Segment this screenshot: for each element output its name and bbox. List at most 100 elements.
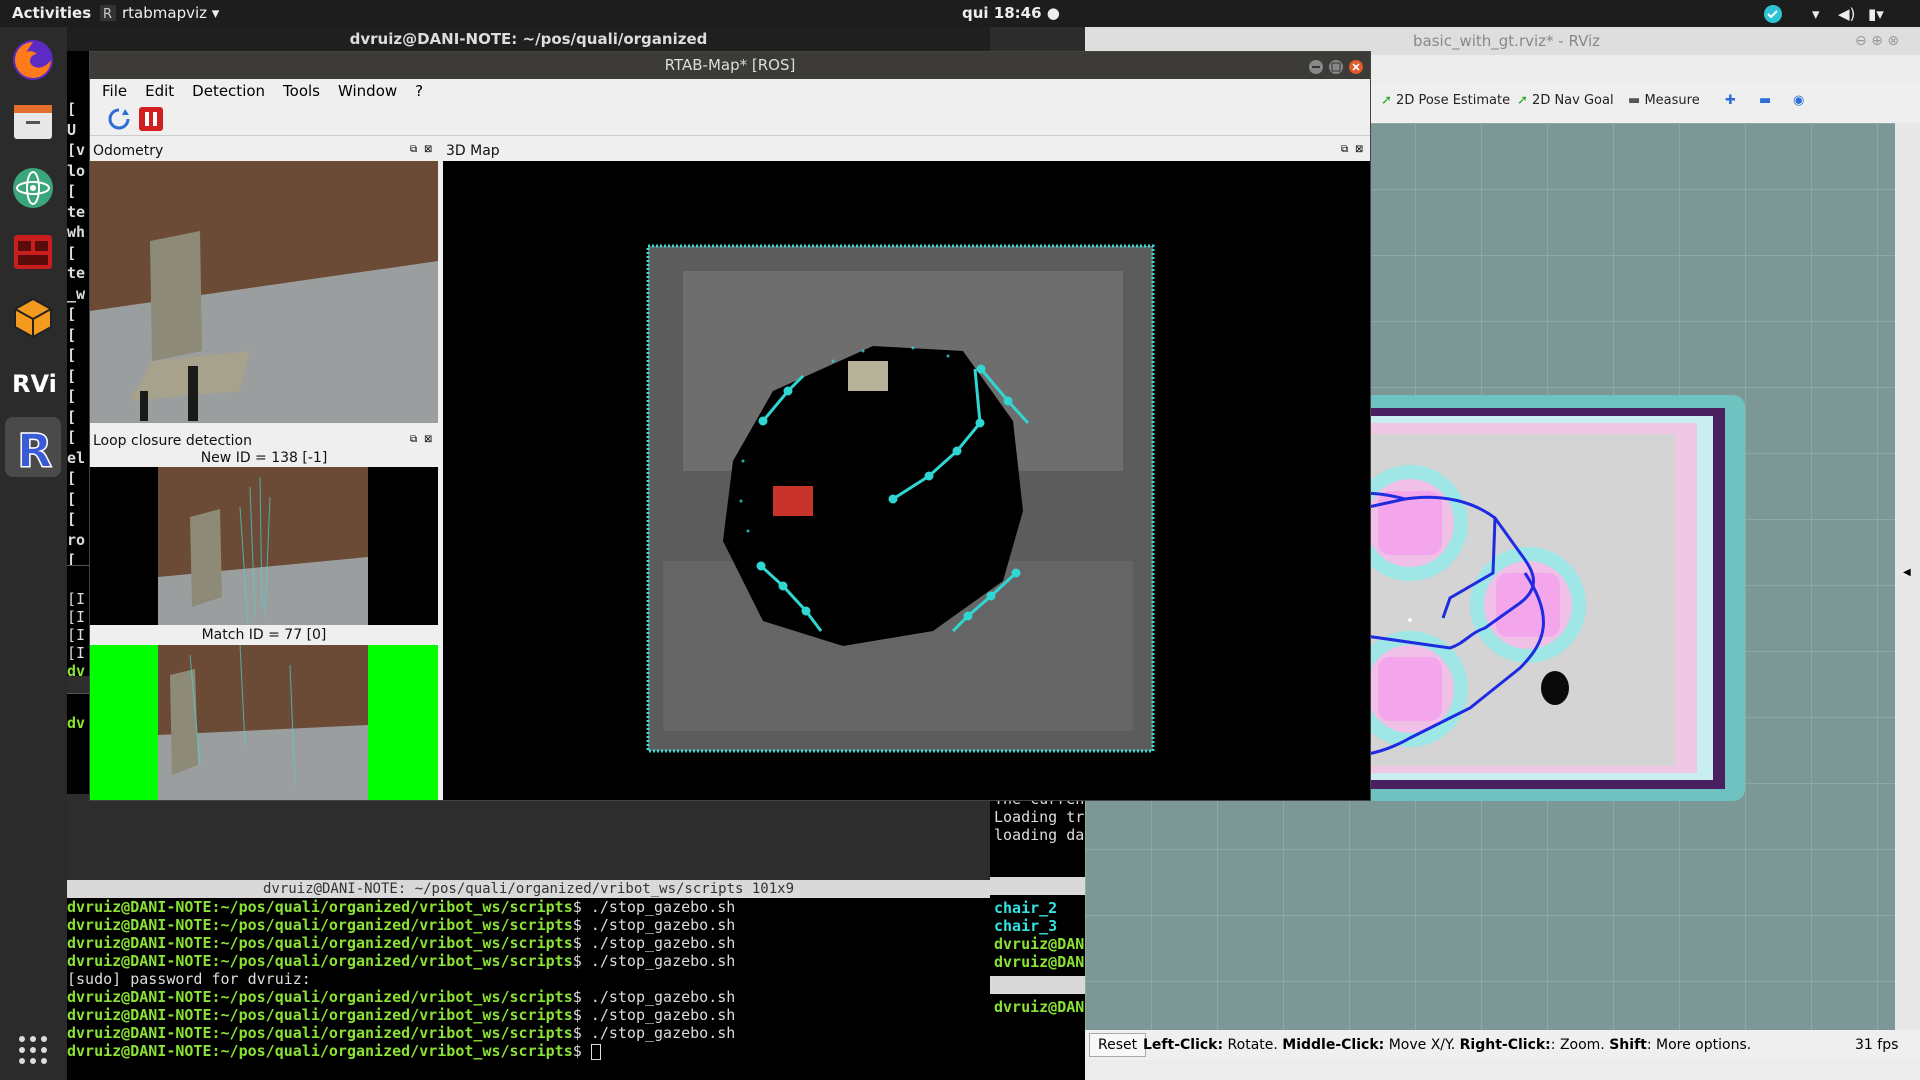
menu-help[interactable]: ? (415, 82, 423, 100)
add-icon[interactable]: ✚ (1725, 93, 1736, 108)
rtabmap-icon[interactable]: R (5, 417, 61, 479)
rviz-title: basic_with_gt.rviz* - RViz (1413, 32, 1601, 50)
terminal-command: $ ./stop_gazebo.sh (572, 1006, 736, 1024)
rtabmap-toolbar (90, 103, 1370, 136)
collapse-arrow-icon[interactable]: ◀ (1903, 567, 1911, 578)
terminal-line: dvruiz@DANI-NOTE:~/pos/quali/organized/v… (67, 1006, 990, 1024)
match-id-label: Match ID = 77 [0] (201, 627, 327, 643)
terminal-line: ro (67, 530, 86, 549)
activities-button[interactable]: Activities (12, 4, 91, 22)
terminal-command: $ ./stop_gazebo.sh (572, 898, 736, 916)
panel-close-icon[interactable]: ⊠ (424, 144, 432, 155)
robot-marker (1541, 671, 1569, 705)
terminal-prompt: dvruiz@DANI-NOTE:~/pos/quali/organized/v… (67, 916, 573, 934)
terminal-prompt: dvruiz@DANI-NOTE:~/pos/quali/organized/v… (67, 934, 573, 952)
terminal-line: dvruiz@DANI-NOTE:~/pos/quali/organized/v… (67, 898, 990, 916)
terminal-command: $ ./stop_gazebo.sh (572, 988, 736, 1006)
panel-float-icon[interactable]: ⧉ (410, 434, 417, 445)
terminal-line: dvruiz@DAN (994, 953, 1085, 971)
reset-button[interactable]: Reset (1089, 1033, 1147, 1057)
mid-split-bar (990, 877, 1085, 895)
svg-text:R: R (17, 424, 52, 477)
terminal-line: [I (67, 644, 86, 662)
terminal-line: Loading tr (994, 808, 1085, 826)
nav-goal-tool[interactable]: ➚ 2D Nav Goal (1517, 93, 1614, 108)
terminal-line: [ (67, 387, 77, 405)
cloud-icon[interactable] (1762, 4, 1784, 28)
terminal-cursor (590, 1043, 601, 1060)
terminal-prompt: dvruiz@DANI-NOTE:~/pos/quali/organized/v… (67, 1042, 573, 1060)
virtualbox-icon[interactable] (10, 295, 56, 341)
odometry-title: Odometry (93, 143, 164, 159)
terminal-line: [ (67, 346, 77, 364)
terminal-command: $ ./stop_gazebo.sh (572, 952, 736, 970)
terminal-line: [ (67, 489, 77, 508)
menu-detection[interactable]: Detection (192, 82, 265, 100)
match-image-scene (90, 644, 438, 800)
panel-float-icon[interactable]: ⧉ (1341, 144, 1348, 155)
loop-panel-header: Loop closure detection ⧉ ⊠ (90, 431, 438, 451)
wifi-icon[interactable]: ▾ (1812, 5, 1820, 23)
terminal-line: [ (67, 407, 77, 426)
terminal-line: _w (67, 284, 86, 303)
rtabmap-title: RTAB-Map* [ROS] (664, 56, 796, 74)
terminal-line: [ (67, 182, 77, 200)
middle-terminal[interactable]: The currenLoading trloading da chair_2ch… (990, 780, 1085, 1080)
mid-split-bar-2 (990, 976, 1085, 994)
terminal-line: [ (67, 305, 77, 323)
terminal-command: $ (572, 1042, 591, 1060)
terminal-line: dv (67, 714, 86, 732)
fps-label: 31 fps (1855, 1037, 1899, 1053)
bottom-terminal-output: dvruiz@DANI-NOTE:~/pos/quali/organized/v… (67, 898, 990, 1060)
terminal-line: [sudo] password for dvruiz: (67, 970, 311, 988)
refresh-icon[interactable] (107, 107, 131, 135)
battery-icon[interactable]: ▮▾ (1868, 5, 1884, 23)
app-menu[interactable]: rtabmapviz ▾ (122, 4, 219, 22)
terminal-prompt: dvruiz@DANI-NOTE:~/pos/quali/organized/v… (67, 1006, 573, 1024)
rtabmap-window[interactable]: RTAB-Map* [ROS] File Edit Detection Tools Wi… (89, 51, 1371, 801)
clock[interactable]: qui 18:46 ● (962, 4, 1060, 22)
files-icon[interactable] (10, 99, 56, 145)
terminal-line: [ (67, 428, 77, 446)
pause-button[interactable] (139, 107, 163, 135)
remove-icon[interactable]: ▬ (1759, 93, 1771, 108)
left-terminal-title: dvruiz@DANI-NOTE: ~/pos/quali/organized (67, 27, 990, 51)
menu-window[interactable]: Window (338, 82, 397, 100)
terminal-prompt: dvruiz@DANI-NOTE:~/pos/quali/organized/v… (67, 898, 573, 916)
pose-estimate-tool[interactable]: ➚ 2D Pose Estimate (1381, 93, 1510, 108)
terminator-icon[interactable] (10, 229, 56, 275)
terminal-line: [ (67, 469, 77, 487)
terminal-line: dvruiz@DANI-NOTE:~/pos/quali/organized/v… (67, 1024, 990, 1042)
odometry-panel-header: Odometry ⧉ ⊠ (90, 141, 438, 161)
map-title: 3D Map (446, 143, 500, 159)
terminal-line: [ (67, 100, 77, 118)
atom-icon[interactable] (10, 165, 56, 211)
3d-map-view[interactable] (443, 161, 1370, 800)
measure-tool[interactable]: ▬ Measure (1628, 93, 1700, 108)
odometry-scene (90, 161, 438, 423)
panel-float-icon[interactable]: ⧉ (410, 144, 417, 155)
rviz-window-controls[interactable]: ⊖ ⊕ ⊗ (1855, 33, 1899, 49)
terminal-command: $ ./stop_gazebo.sh (572, 916, 736, 934)
terminal-line: chair_2 (994, 899, 1058, 917)
menu-tools[interactable]: Tools (283, 82, 320, 100)
show-apps-icon[interactable] (10, 1027, 56, 1073)
terminal-line: [I (67, 608, 86, 626)
terminal-prompt: dvruiz@DANI-NOTE:~/pos/quali/organized/v… (67, 1024, 573, 1042)
bottom-terminal[interactable]: dvruiz@DANI-NOTE: ~/pos/quali/organized/… (67, 880, 990, 1080)
volume-icon[interactable]: ◀) (1838, 5, 1855, 23)
terminal-command: $ ./stop_gazebo.sh (572, 1024, 736, 1042)
menu-edit[interactable]: Edit (145, 82, 174, 100)
rviz-side-handle[interactable]: ◀ (1895, 123, 1920, 1030)
rviz-icon[interactable]: RViz (10, 360, 71, 406)
terminal-line: dvruiz@DANI-NOTE:~/pos/quali/organized/v… (67, 988, 990, 1006)
panel-close-icon[interactable]: ⊠ (424, 434, 432, 445)
terminal-line: dvruiz@DANI-NOTE:~/pos/quali/organized/v… (67, 1042, 990, 1060)
panel-close-icon[interactable]: ⊠ (1355, 144, 1363, 155)
firefox-icon[interactable] (10, 37, 56, 83)
eye-icon[interactable]: ◉ (1793, 93, 1804, 108)
terminal-line: dvruiz@DANI-NOTE:~/pos/quali/organized/v… (67, 952, 990, 970)
mid-terminal-text-2: chair_2 chair_3 dvruiz@DAN dvruiz@DAN (994, 899, 1084, 971)
new-id-label: New ID = 138 [-1] (200, 450, 328, 466)
menu-file[interactable]: File (102, 82, 127, 100)
